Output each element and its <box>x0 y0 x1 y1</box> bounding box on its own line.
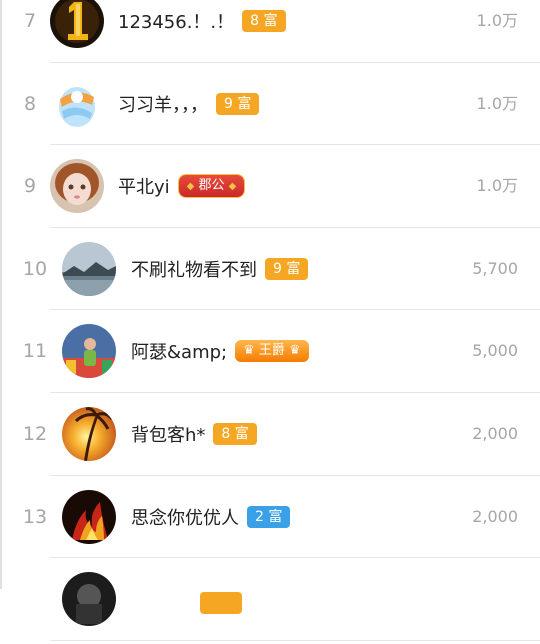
wealth-level-badge: 9 富 <box>265 257 309 280</box>
contribution-value: 1.0万 <box>476 176 518 196</box>
contribution-value: 1.0万 <box>476 11 518 30</box>
list-item[interactable]: 12 背包客h* 8 富 2,000 <box>0 393 540 476</box>
avatar-person-image <box>62 324 116 379</box>
crown-icon: ♛ <box>289 343 301 359</box>
avatar[interactable] <box>62 324 116 379</box>
avatar[interactable] <box>62 241 116 296</box>
avatar-landscape-image <box>62 241 116 296</box>
wealth-level-badge: 8 富 <box>242 10 286 32</box>
wealth-level-badge: 2 富 <box>247 505 291 528</box>
username: 习习羊，，， <box>118 94 208 116</box>
list-item[interactable]: 11 阿瑟&amp; ♛ 王爵 ♛ 5,000 <box>0 310 540 393</box>
avatar[interactable] <box>62 406 116 461</box>
crown-icon: ♛ <box>243 343 255 359</box>
username: 背包客h* <box>131 424 206 446</box>
badge-wing-icon: ◆ <box>228 181 237 193</box>
avatar-cartoon-image <box>50 76 104 131</box>
list-item[interactable]: 9 平北yi ◆ 郡公 ◆ 1.0万 <box>0 145 540 228</box>
list-item[interactable]: 10 不刷礼物看不到 9 富 5,700 <box>0 228 540 311</box>
avatar-dark-image <box>62 572 116 627</box>
badge-wing-icon: ◆ <box>186 181 195 193</box>
list-item[interactable]: 7 123456.！.！ 8 富 1.0万 <box>0 0 540 63</box>
noble-title-badge: ♛ 王爵 ♛ <box>235 340 309 363</box>
ranking-list: 7 123456.！.！ 8 富 1.0万 8 习习羊，，， 9 富 1.0万 … <box>0 0 540 641</box>
list-item[interactable]: 8 习习羊，，， 9 富 1.0万 <box>0 63 540 146</box>
wealth-level-badge: 9 富 <box>216 92 260 115</box>
noble-title-badge: ◆ 郡公 ◆ <box>177 174 246 199</box>
avatar[interactable] <box>50 0 104 48</box>
username: 平北yi <box>118 177 170 199</box>
contribution-value: 5,700 <box>472 258 518 278</box>
rank-number: 10 <box>22 257 48 280</box>
avatar-fire-image <box>62 489 116 544</box>
username: 思念你优优人 <box>131 507 239 529</box>
avatar[interactable] <box>50 159 104 214</box>
contribution-value: 2,000 <box>472 506 518 526</box>
username: 阿瑟&amp; <box>131 342 228 364</box>
avatar[interactable] <box>50 76 104 131</box>
wealth-level-badge <box>200 592 242 615</box>
wealth-level-badge: 8 富 <box>213 422 257 445</box>
contribution-value: 5,000 <box>472 341 518 361</box>
avatar-doll-image <box>50 159 104 214</box>
list-item[interactable]: 13 思念你优优人 2 富 2,000 <box>0 476 540 559</box>
avatar[interactable] <box>62 489 116 544</box>
avatar[interactable] <box>62 572 116 627</box>
username: 不刷礼物看不到 <box>131 259 257 281</box>
username: 123456.！.！ <box>118 12 235 33</box>
contribution-value: 2,000 <box>472 423 518 443</box>
list-item[interactable] <box>0 558 540 641</box>
rank-number: 13 <box>22 505 48 528</box>
noble-title-label: 郡公 <box>198 178 225 194</box>
avatar-sunset-palm-image <box>62 406 116 461</box>
rank-number: 12 <box>22 422 48 445</box>
rank-number: 11 <box>22 340 48 363</box>
avatar-gold-number-one-image <box>50 0 104 48</box>
noble-title-label: 王爵 <box>258 343 285 359</box>
contribution-value: 1.0万 <box>476 93 518 113</box>
